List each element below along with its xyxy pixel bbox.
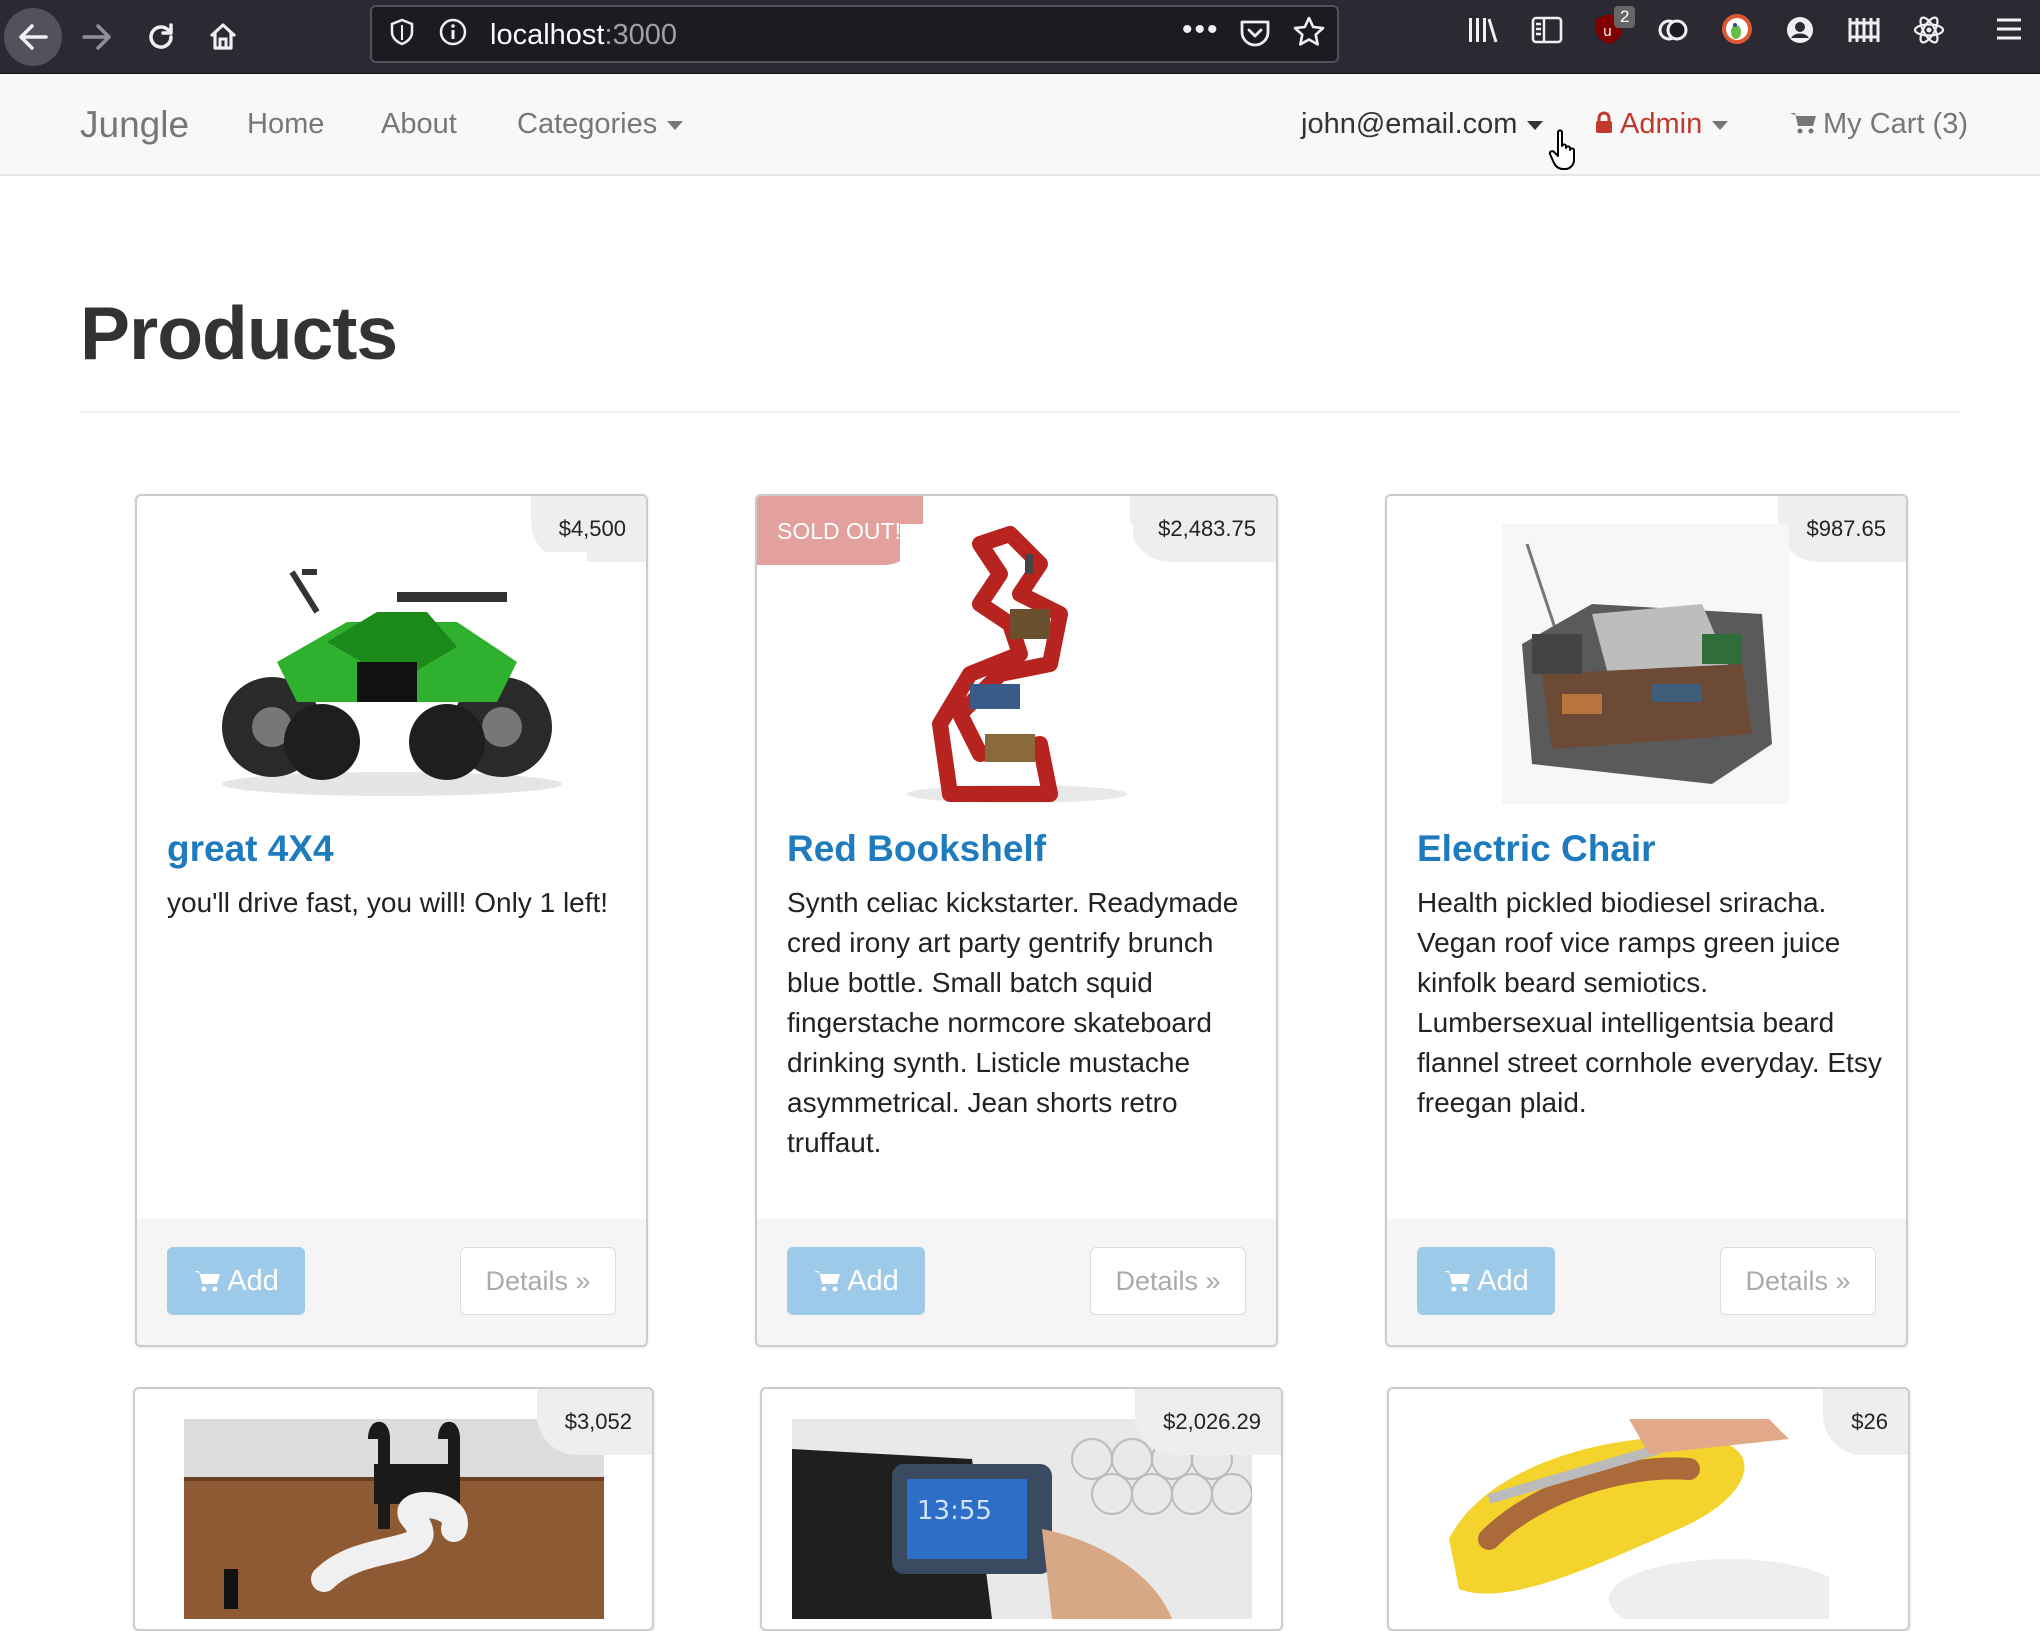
card-footer: Add Details » (137, 1219, 646, 1345)
product-card: $26 (1387, 1387, 1910, 1631)
back-button[interactable] (4, 8, 62, 66)
product-image[interactable] (1429, 1419, 1829, 1619)
bookmark-star-icon[interactable] (1292, 15, 1326, 57)
chevron-down-icon (667, 120, 684, 130)
nav-cart[interactable]: My Cart (3) (1789, 108, 1968, 141)
product-card: $987.65 Electric Chair Health pickled bi… (1385, 494, 1908, 1347)
card-footer: Add Details » (1387, 1219, 1906, 1345)
product-image[interactable] (900, 524, 1133, 804)
details-button[interactable]: Details » (460, 1247, 616, 1315)
hand-cursor-icon (1548, 129, 1575, 170)
duckduckgo-icon[interactable] (1720, 12, 1754, 54)
shield-icon[interactable] (388, 17, 416, 55)
nav-admin-menu[interactable]: Admin (1594, 108, 1729, 141)
product-card: $4,500 great 4X4 you'll drive fast, you … (135, 494, 648, 1347)
price-tag: $2,483.75 (1130, 496, 1276, 562)
pocket-icon[interactable] (1238, 17, 1272, 57)
price-tag: $987.65 (1778, 496, 1906, 562)
product-name[interactable]: Red Bookshelf (787, 828, 1046, 870)
account-icon[interactable] (1784, 14, 1816, 54)
reload-button[interactable] (134, 10, 188, 64)
svg-text:13:55: 13:55 (917, 1496, 992, 1526)
add-to-cart-button[interactable]: Add (167, 1247, 305, 1315)
url-text: localhost:3000 (490, 19, 678, 51)
lock-icon (1596, 111, 1612, 133)
brand-link[interactable]: Jungle (80, 104, 189, 146)
browser-toolbar: localhost:3000 ••• u 2 (0, 0, 2040, 74)
product-description: Health pickled biodiesel sriracha. Vegan… (1417, 887, 1882, 1118)
containers-icon[interactable] (1846, 14, 1882, 54)
chevron-down-icon (1712, 120, 1729, 130)
home-button[interactable] (196, 10, 250, 64)
cart-icon (194, 1271, 221, 1292)
nav-about[interactable]: About (381, 108, 457, 141)
divider (80, 411, 1960, 413)
page-title: Products (80, 291, 398, 375)
info-icon[interactable] (438, 17, 468, 55)
cart-icon (1444, 1271, 1471, 1292)
extension-icon[interactable] (1656, 14, 1690, 54)
details-button[interactable]: Details » (1090, 1247, 1246, 1315)
ublock-badge: 2 (1614, 6, 1636, 28)
nav-home[interactable]: Home (247, 108, 324, 141)
site-navbar: Jungle Home About Categories john@email.… (0, 74, 2040, 176)
price-tag: $3,052 (536, 1389, 652, 1455)
product-card: $3,052 (133, 1387, 654, 1631)
more-actions-icon[interactable]: ••• (1182, 13, 1220, 47)
sidebar-icon[interactable] (1530, 14, 1564, 54)
react-devtools-icon[interactable] (1912, 14, 1946, 54)
forward-button[interactable] (70, 10, 124, 64)
product-description: you'll drive fast, you will! Only 1 left… (167, 887, 609, 918)
cart-icon (1790, 113, 1816, 134)
product-card: 13:55 $2,026.29 (760, 1387, 1283, 1631)
add-to-cart-button[interactable]: Add (787, 1247, 925, 1315)
cart-icon (814, 1271, 841, 1292)
card-footer: Add Details » (757, 1219, 1276, 1345)
sold-out-badge: SOLD OUT! (757, 496, 923, 565)
nav-categories[interactable]: Categories (517, 108, 684, 141)
product-image[interactable] (1502, 524, 1789, 804)
menu-icon[interactable] (1994, 14, 2024, 52)
nav-user-menu[interactable]: john@email.com (1301, 108, 1544, 141)
library-icon[interactable] (1466, 14, 1500, 54)
price-tag: $2,026.29 (1135, 1389, 1281, 1455)
chevron-down-icon (1527, 120, 1544, 130)
product-image[interactable] (184, 1419, 604, 1619)
product-name[interactable]: Electric Chair (1417, 828, 1656, 870)
details-button[interactable]: Details » (1720, 1247, 1876, 1315)
product-card: SOLD OUT! $2,483.75 Red Bookshelf Synth … (755, 494, 1278, 1347)
product-image[interactable] (197, 552, 587, 802)
price-tag: $26 (1823, 1389, 1908, 1455)
add-to-cart-button[interactable]: Add (1417, 1247, 1555, 1315)
svg-text:u: u (1603, 24, 1612, 40)
product-description: Synth celiac kickstarter. Readymade cred… (787, 887, 1239, 1158)
product-name[interactable]: great 4X4 (167, 828, 334, 870)
url-bar[interactable]: localhost:3000 ••• (370, 5, 1339, 63)
